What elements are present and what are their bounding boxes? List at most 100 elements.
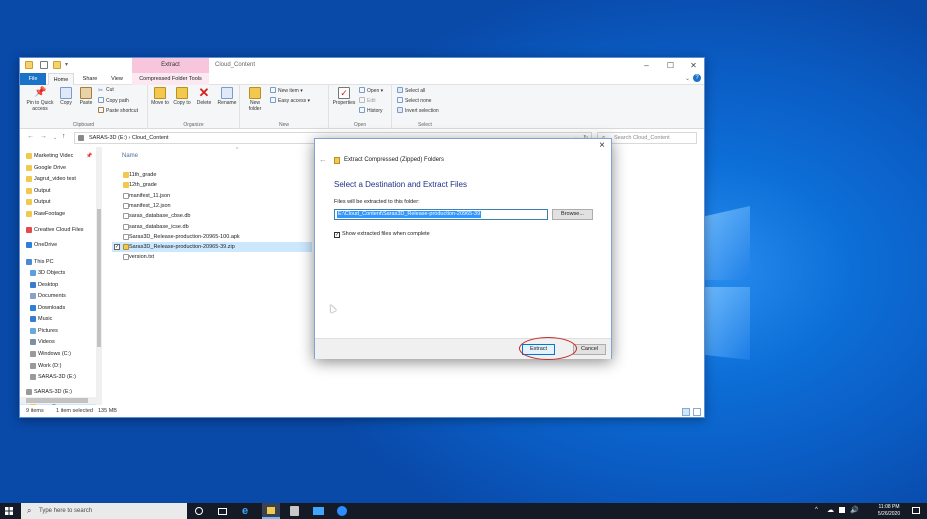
details-view-icon[interactable] (682, 408, 690, 416)
breadcrumb-drive[interactable]: SARAS-3D (E:) (89, 135, 127, 141)
tab-view[interactable]: View (105, 73, 129, 85)
move-to-button[interactable]: Move to (150, 87, 170, 106)
delete-button[interactable]: ✕ Delete (194, 86, 214, 106)
nav-item[interactable]: Documents (20, 291, 96, 301)
new-item-button[interactable]: New item ▾ (270, 87, 303, 94)
taskbar-search-input[interactable]: ⌕ Type here to search (21, 503, 187, 519)
tab-compressed-folder-tools[interactable]: Compressed Folder Tools (132, 73, 209, 85)
rename-button[interactable]: Rename (216, 87, 238, 106)
tab-file[interactable]: File (20, 73, 46, 85)
edge-icon[interactable]: e (242, 506, 252, 517)
search-input[interactable]: ⌕ Search Cloud_Content (597, 132, 697, 144)
dialog-close-icon[interactable]: × (599, 140, 605, 151)
forward-arrow-icon[interactable]: → (40, 133, 47, 140)
new-folder-button[interactable]: New folder (244, 87, 266, 112)
copy-path-button[interactable]: Copy path (98, 97, 129, 104)
nav-item[interactable]: Jagrut_video test (20, 174, 96, 184)
nav-vertical-scrollbar[interactable] (96, 147, 102, 405)
nav-item[interactable]: Windows (C:) (20, 349, 96, 359)
nav-item[interactable]: Pictures (20, 326, 96, 336)
cancel-button[interactable]: Cancel (573, 344, 606, 355)
file-row[interactable]: manifest_11.json (112, 191, 312, 201)
nav-item[interactable]: Downloads (20, 303, 96, 313)
volume-icon[interactable]: 🔊 (850, 506, 859, 514)
properties-icon[interactable] (40, 61, 48, 69)
browse-button[interactable]: Browse... (552, 209, 593, 220)
recent-chevron-icon[interactable]: ⌄ (53, 135, 57, 141)
paste-shortcut-button[interactable]: Paste shortcut (98, 107, 138, 114)
back-arrow-icon[interactable]: ← (319, 155, 327, 164)
nav-item[interactable]: Desktop (20, 280, 96, 290)
nav-item[interactable]: Google Drive (20, 163, 96, 173)
invert-selection-button[interactable]: Invert selection (397, 107, 439, 114)
select-all-button[interactable]: Select all (397, 87, 425, 94)
open-button[interactable]: Open ▾ (359, 87, 383, 94)
nav-item[interactable]: This PC (20, 257, 96, 267)
close-button[interactable]: ✕ (682, 58, 704, 73)
nav-item[interactable]: Creative Cloud Files (20, 225, 96, 235)
file-row[interactable]: saras_database_icse.db (112, 222, 312, 232)
windows-start-icon[interactable] (5, 507, 13, 515)
up-arrow-icon[interactable]: ↑ (62, 133, 66, 140)
nav-item[interactable]: Marketing Videc 📌 (20, 151, 96, 161)
properties-button[interactable]: ✓ Properties (331, 87, 357, 106)
history-button[interactable]: History (359, 107, 383, 114)
back-arrow-icon[interactable]: ← (27, 133, 34, 140)
file-row[interactable]: Saras3D_Release-production-20965-100.apk (112, 232, 312, 242)
show-files-checkbox[interactable]: ✓ Show extracted files when complete (334, 231, 430, 238)
nav-item[interactable]: Output (20, 197, 96, 207)
taskbar-clock[interactable]: 11:08 PM 5/26/2020 (868, 504, 910, 518)
nav-item[interactable]: Output (20, 186, 96, 196)
tab-home[interactable]: Home (48, 73, 74, 85)
maximize-button[interactable]: ☐ (659, 58, 682, 73)
chevron-down-icon[interactable]: ⌄ (685, 75, 690, 82)
nav-item[interactable]: SARAS-3D (E:) (20, 387, 96, 397)
cortana-icon[interactable] (195, 507, 203, 515)
minimize-button[interactable]: – (635, 58, 658, 73)
file-row[interactable]: 12th_grade (112, 180, 312, 190)
scrollbar-thumb[interactable] (26, 398, 88, 403)
paste-button[interactable]: Paste (78, 87, 94, 106)
destination-path-input[interactable]: E:\Cloud_Content\Saras3D_Release-product… (334, 209, 548, 220)
copy-button[interactable]: Copy (58, 87, 74, 106)
nav-item[interactable]: 3D Objects (20, 268, 96, 278)
pin-quick-access-button[interactable]: 📌 Pin to Quick access (22, 87, 58, 112)
file-row[interactable]: version.txt (112, 252, 312, 262)
store-icon[interactable] (290, 506, 299, 516)
file-row[interactable]: saras_database_cbse.db (112, 211, 312, 221)
large-icons-view-icon[interactable] (693, 408, 701, 416)
nav-item[interactable]: Work (D:) (20, 361, 96, 371)
new-folder-icon[interactable] (53, 61, 61, 69)
tab-share[interactable]: Share (77, 73, 103, 85)
row-checkbox[interactable]: ✓ (114, 244, 120, 251)
nav-item[interactable]: Videos (20, 337, 96, 347)
file-row[interactable]: manifest_12.json (112, 201, 312, 211)
nav-item[interactable]: RawFootage (20, 209, 96, 219)
cloud-icon[interactable]: ☁ (827, 506, 834, 514)
notification-icon[interactable] (912, 507, 920, 514)
network-icon[interactable] (839, 507, 845, 513)
select-none-button[interactable]: Select none (397, 97, 431, 104)
nav-item[interactable]: Music (20, 314, 96, 324)
task-view-icon[interactable] (218, 508, 227, 515)
file-explorer-taskbar-icon[interactable] (262, 503, 280, 519)
easy-access-button[interactable]: Easy access ▾ (270, 97, 310, 104)
drive-icon (26, 389, 32, 395)
file-row[interactable]: ✓ Saras3D_Release-production-20965-39.zip (112, 242, 312, 253)
file-row[interactable]: 11th_grade (112, 170, 312, 180)
edit-button[interactable]: Edit (359, 97, 376, 104)
scrollbar-thumb[interactable] (97, 209, 101, 347)
mail-icon[interactable] (313, 507, 324, 515)
checkbox-checked-icon[interactable]: ✓ (334, 232, 340, 238)
breadcrumb-folder[interactable]: Cloud_Content (132, 135, 169, 141)
nav-item[interactable]: OneDrive (20, 240, 96, 250)
chevron-up-icon[interactable]: ^ (815, 507, 818, 513)
nav-item[interactable]: SARAS-3D (E:) (20, 372, 96, 382)
cut-button[interactable]: ✂ Cut (98, 87, 114, 94)
copy-to-button[interactable]: Copy to (172, 87, 192, 106)
chevron-down-icon[interactable]: ▾ (65, 61, 68, 68)
help-icon[interactable]: ? (693, 74, 701, 82)
nav-horizontal-scrollbar[interactable] (20, 397, 102, 404)
column-header-name[interactable]: Name (122, 153, 138, 159)
zoom-icon[interactable] (337, 506, 347, 516)
